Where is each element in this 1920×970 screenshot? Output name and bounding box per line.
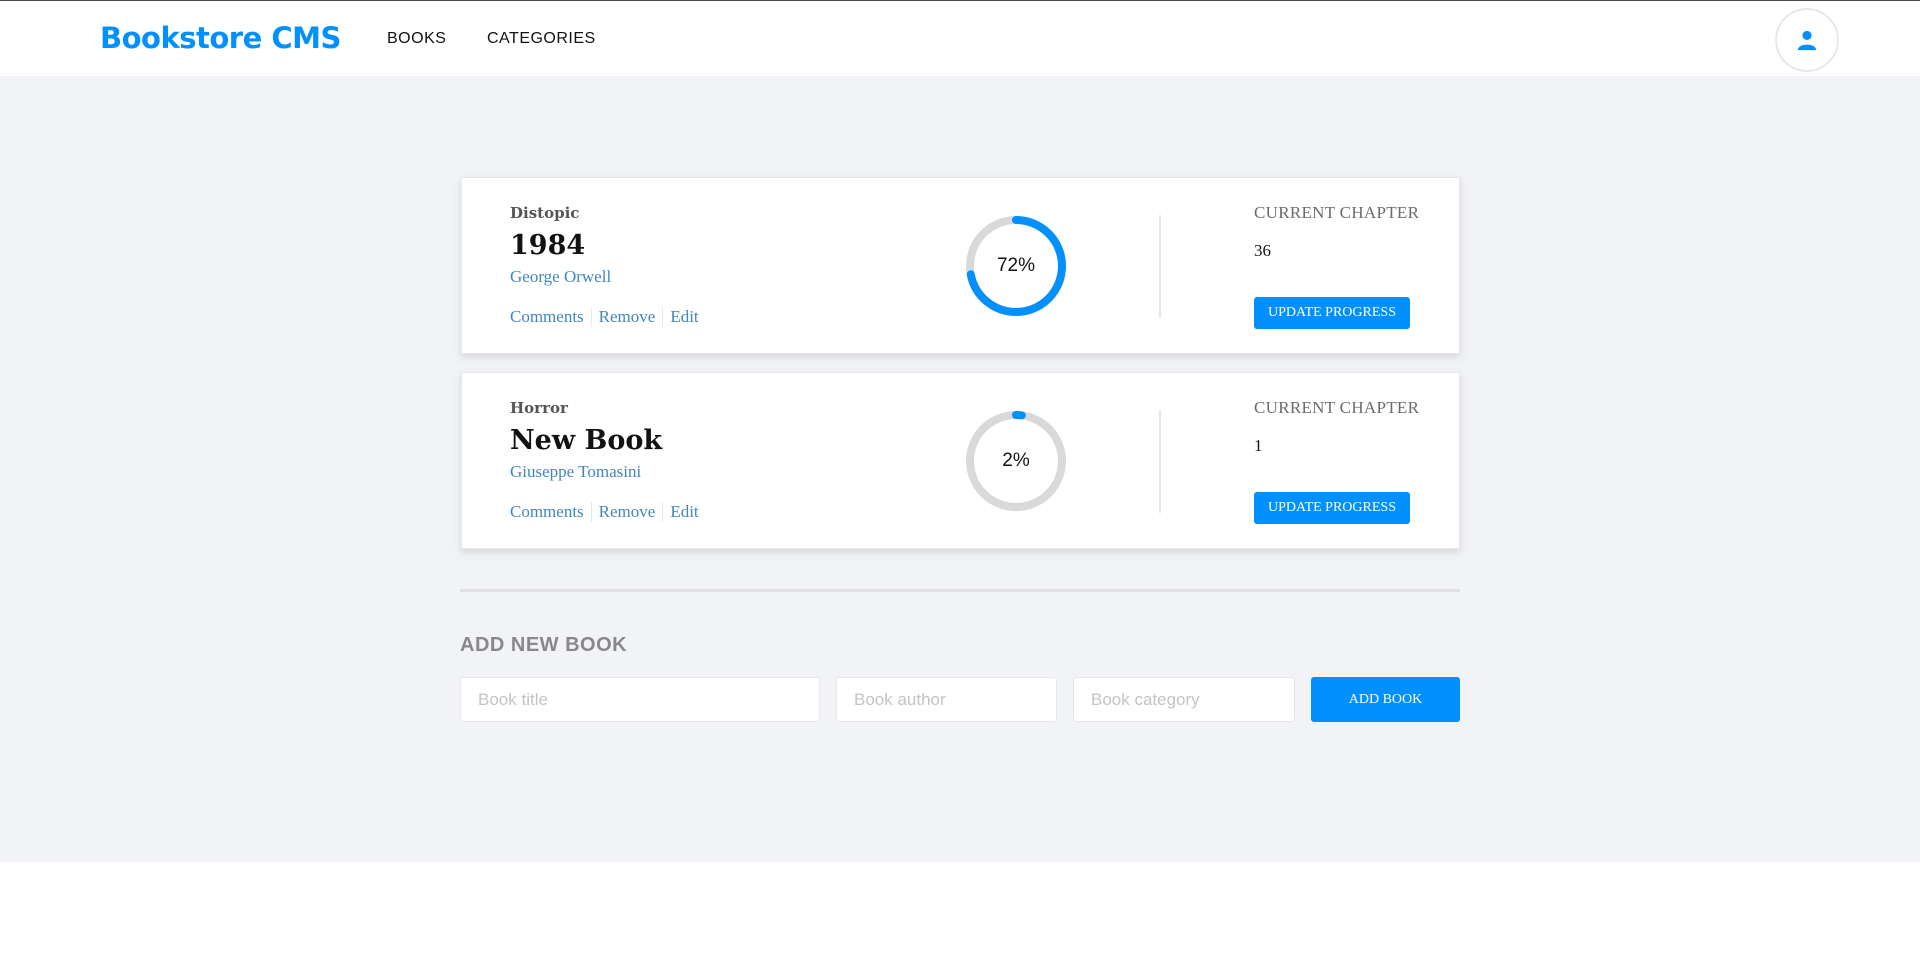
progress-percent: 2% xyxy=(1002,450,1030,471)
comments-button[interactable]: Comments xyxy=(510,502,584,522)
update-progress-button[interactable]: UPDATE PROGRESS xyxy=(1254,297,1410,329)
remove-button[interactable]: Remove xyxy=(599,502,656,522)
add-book-heading: ADD NEW BOOK xyxy=(460,634,628,656)
book-title-input[interactable]: Book title xyxy=(460,677,820,722)
nav-categories[interactable]: CATEGORIES xyxy=(487,30,596,48)
edit-button[interactable]: Edit xyxy=(670,307,698,327)
book-card: Horror New Book Giuseppe Tomasini Commen… xyxy=(461,372,1460,549)
book-category: Horror xyxy=(510,399,568,417)
divider xyxy=(590,502,592,522)
book-title: New Book xyxy=(510,425,663,456)
current-chapter-label: CURRENT CHAPTER xyxy=(1254,398,1420,417)
vertical-divider xyxy=(1159,410,1161,513)
current-chapter-label: CURRENT CHAPTER xyxy=(1254,203,1420,222)
current-chapter-value: 1 xyxy=(1254,436,1263,455)
book-title: 1984 xyxy=(510,230,586,261)
add-book-button[interactable]: ADD BOOK xyxy=(1311,677,1460,722)
book-category: Distopic xyxy=(510,204,580,222)
app-header: Bookstore CMS BOOKS CATEGORIES xyxy=(0,0,1920,76)
vertical-divider xyxy=(1159,215,1161,318)
book-actions: Comments Remove Edit xyxy=(510,307,699,327)
nav-books[interactable]: BOOKS xyxy=(387,30,446,48)
app-logo[interactable]: Bookstore CMS xyxy=(100,21,341,55)
section-divider xyxy=(460,589,1460,592)
update-progress-button[interactable]: UPDATE PROGRESS xyxy=(1254,492,1410,524)
book-author[interactable]: Giuseppe Tomasini xyxy=(510,462,641,482)
book-author-input[interactable]: Book author xyxy=(836,677,1057,722)
current-chapter-value: 36 xyxy=(1254,241,1271,260)
book-card: Distopic 1984 George Orwell Comments Rem… xyxy=(461,177,1460,354)
user-icon xyxy=(1797,30,1817,51)
divider xyxy=(662,307,664,327)
edit-button[interactable]: Edit xyxy=(670,502,698,522)
main-content: Distopic 1984 George Orwell Comments Rem… xyxy=(0,76,1920,862)
divider xyxy=(590,307,592,327)
book-actions: Comments Remove Edit xyxy=(510,502,699,522)
progress-percent: 72% xyxy=(996,255,1036,276)
book-category-select[interactable]: Book category xyxy=(1073,677,1295,722)
remove-button[interactable]: Remove xyxy=(599,307,656,327)
comments-button[interactable]: Comments xyxy=(510,307,584,327)
user-avatar-button[interactable] xyxy=(1775,8,1839,72)
divider xyxy=(662,502,664,522)
book-author[interactable]: George Orwell xyxy=(510,267,611,287)
